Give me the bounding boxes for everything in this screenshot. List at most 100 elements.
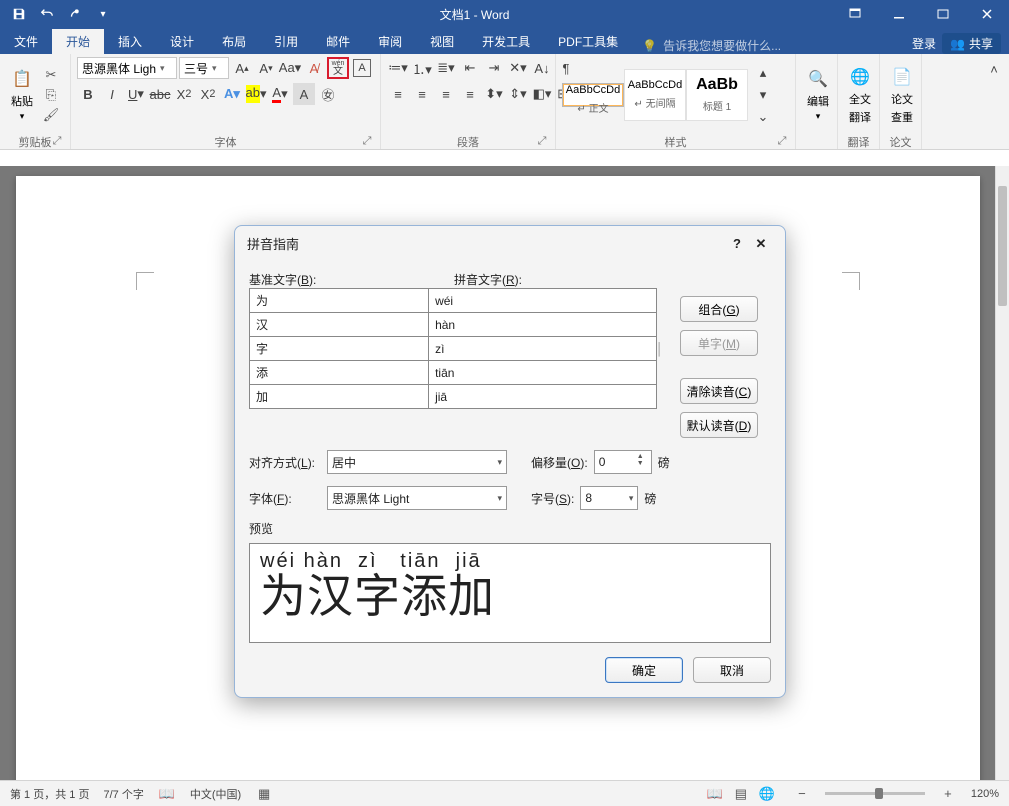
tab-pdf[interactable]: PDF工具集 <box>544 29 632 54</box>
asian-layout-icon[interactable]: ✕▾ <box>507 57 529 79</box>
tab-references[interactable]: 引用 <box>260 29 312 54</box>
styles-down-icon[interactable]: ▾ <box>752 84 774 106</box>
shrink-font-icon[interactable]: A▾ <box>255 57 277 79</box>
highlight-icon[interactable]: ab▾ <box>245 83 267 105</box>
ruby-cell[interactable]: wéi <box>429 289 657 313</box>
alignment-select[interactable]: 居中▾ <box>327 450 507 474</box>
tab-home[interactable]: 开始 <box>52 29 104 54</box>
tab-developer[interactable]: 开发工具 <box>468 29 544 54</box>
word-count[interactable]: 7/7 个字 <box>103 786 143 802</box>
base-cell[interactable]: 添 <box>250 361 429 385</box>
styles-more-icon[interactable]: ⌄ <box>752 106 774 128</box>
save-button[interactable] <box>6 2 32 26</box>
share-button[interactable]: 👥 共享 <box>942 33 1001 54</box>
read-mode-icon[interactable]: 📖 <box>703 785 727 803</box>
undo-button[interactable] <box>34 2 60 26</box>
vertical-scrollbar[interactable] <box>995 166 1009 780</box>
scrollbar-thumb[interactable] <box>998 186 1007 306</box>
copy-icon[interactable]: ⎘ <box>42 86 60 104</box>
paragraph-launcher[interactable]: ⤢ <box>535 134 549 148</box>
grow-font-icon[interactable]: A▴ <box>231 57 253 79</box>
ruby-cell[interactable]: jiā <box>429 385 657 409</box>
italic-button[interactable]: I <box>101 83 123 105</box>
dialog-help-button[interactable]: ? <box>725 236 749 251</box>
tab-file[interactable]: 文件 <box>0 29 52 54</box>
subscript-button[interactable]: X2 <box>173 83 195 105</box>
tab-review[interactable]: 审阅 <box>364 29 416 54</box>
zoom-out-button[interactable]: − <box>793 785 811 803</box>
styles-launcher[interactable]: ⤢ <box>775 134 789 148</box>
align-left-icon[interactable]: ≡ <box>387 83 409 105</box>
clear-reading-button[interactable]: 清除读音(C) <box>680 378 758 404</box>
cancel-button[interactable]: 取消 <box>693 657 771 683</box>
font-launcher[interactable]: ⤢ <box>360 134 374 148</box>
ribbon-options-button[interactable] <box>833 0 877 28</box>
clear-format-icon[interactable]: A̸ <box>303 57 325 79</box>
ruby-font-select[interactable]: 思源黑体 Light▾ <box>327 486 507 510</box>
base-cell[interactable]: 加 <box>250 385 429 409</box>
zoom-handle[interactable] <box>875 788 883 799</box>
tab-layout[interactable]: 布局 <box>208 29 260 54</box>
ruby-cell[interactable]: zì <box>429 337 657 361</box>
find-button[interactable]: 🔍编辑▾ <box>802 65 834 124</box>
change-case-icon[interactable]: Aa▾ <box>279 57 301 79</box>
style-no-spacing[interactable]: AaBbCcDd↵ 无间隔 <box>624 69 686 121</box>
redo-button[interactable] <box>62 2 88 26</box>
char-border-icon[interactable]: A <box>351 57 373 79</box>
close-button[interactable] <box>965 0 1009 28</box>
ruby-size-select[interactable]: 8▾ <box>580 486 638 510</box>
ok-button[interactable]: 确定 <box>605 657 683 683</box>
justify-icon[interactable]: ≡ <box>459 83 481 105</box>
tab-mailings[interactable]: 邮件 <box>312 29 364 54</box>
thesis-button[interactable]: 📄论文查重 <box>886 63 918 127</box>
offset-spinner[interactable]: 0▲▼ <box>594 450 652 474</box>
increase-indent-icon[interactable]: ⇥ <box>483 57 505 79</box>
signin-link[interactable]: 登录 <box>912 35 936 52</box>
sort-icon[interactable]: A↓ <box>531 57 553 79</box>
enclose-char-icon[interactable]: ㊛ <box>317 83 339 105</box>
paste-button[interactable]: 📋 粘贴 ▾ <box>6 65 38 124</box>
bullets-icon[interactable]: ≔▾ <box>387 57 409 79</box>
cut-icon[interactable]: ✂ <box>42 66 60 84</box>
translate-button[interactable]: 🌐全文翻译 <box>844 63 876 127</box>
tell-me-search[interactable]: 💡 告诉我您想要做什么... <box>632 37 912 54</box>
ruby-cell[interactable]: tiān <box>429 361 657 385</box>
grid-scrollbar[interactable]: │ <box>656 288 662 409</box>
align-right-icon[interactable]: ≡ <box>435 83 457 105</box>
align-center-icon[interactable]: ≡ <box>411 83 433 105</box>
styles-up-icon[interactable]: ▴ <box>752 62 774 84</box>
shading-icon[interactable]: ◧▾ <box>531 83 553 105</box>
clipboard-launcher[interactable]: ⤢ <box>50 134 64 148</box>
font-name-combo[interactable]: 思源黑体 Ligh▾ <box>77 57 177 79</box>
collapse-ribbon-icon[interactable]: ˄ <box>983 58 1005 80</box>
text-effects-icon[interactable]: A▾ <box>221 83 243 105</box>
decrease-indent-icon[interactable]: ⇤ <box>459 57 481 79</box>
tab-view[interactable]: 视图 <box>416 29 468 54</box>
bold-button[interactable]: B <box>77 83 99 105</box>
macro-icon[interactable]: ▦ <box>255 785 273 803</box>
zoom-in-button[interactable]: + <box>939 785 957 803</box>
base-cell[interactable]: 字 <box>250 337 429 361</box>
page-indicator[interactable]: 第 1 页，共 1 页 <box>10 786 89 802</box>
base-cell[interactable]: 汉 <box>250 313 429 337</box>
maximize-button[interactable] <box>921 0 965 28</box>
base-cell[interactable]: 为 <box>250 289 429 313</box>
tab-insert[interactable]: 插入 <box>104 29 156 54</box>
format-painter-icon[interactable]: 🖌 <box>42 106 60 124</box>
zoom-level[interactable]: 120% <box>971 788 999 800</box>
dialog-close-button[interactable]: ✕ <box>749 236 773 252</box>
style-normal[interactable]: AaBbCcDd↵ 正文 <box>562 83 624 107</box>
distribute-icon[interactable]: ⬍▾ <box>483 83 505 105</box>
print-layout-icon[interactable]: ▤ <box>729 785 753 803</box>
multilevel-icon[interactable]: ≣▾ <box>435 57 457 79</box>
minimize-button[interactable] <box>877 0 921 28</box>
numbering-icon[interactable]: ⒈▾ <box>411 57 433 79</box>
style-heading1[interactable]: AaBb标题 1 <box>686 69 748 121</box>
superscript-button[interactable]: X2 <box>197 83 219 105</box>
qat-customize-button[interactable]: ▾ <box>90 2 116 26</box>
combine-button[interactable]: 组合(G) <box>680 296 758 322</box>
ruby-cell[interactable]: hàn <box>429 313 657 337</box>
strike-button[interactable]: abc <box>149 83 171 105</box>
zoom-slider[interactable] <box>825 792 925 795</box>
phonetic-guide-button[interactable]: wén文 <box>327 57 349 79</box>
